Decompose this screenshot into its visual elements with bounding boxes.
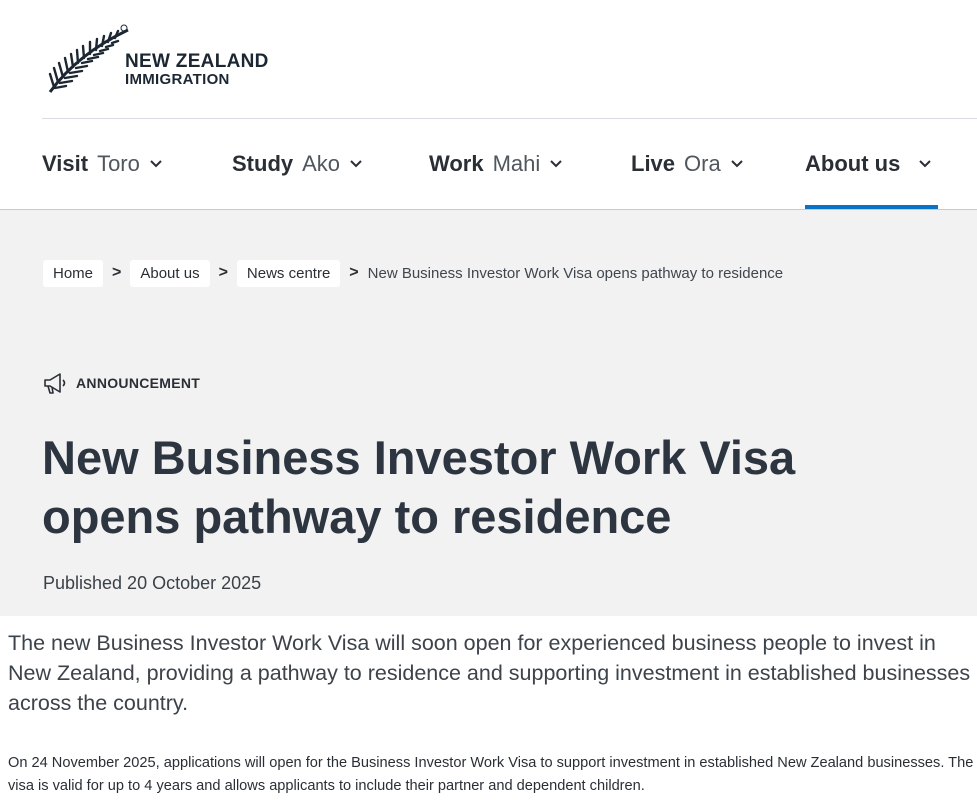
main-nav: Visit Toro Study Ako Work Mahi Live Ora … [0, 119, 977, 210]
site-header: NEW ZEALAND IMMIGRATION Visit Toro Study… [0, 0, 977, 210]
published-date: Published 20 October 2025 [43, 573, 262, 593]
site-logo[interactable]: NEW ZEALAND IMMIGRATION [46, 22, 286, 98]
breadcrumb-about-us[interactable]: About us [130, 259, 210, 287]
chevron-down-icon [731, 160, 743, 168]
breadcrumb: Home > About us > News centre > New Busi… [43, 258, 783, 288]
breadcrumb-separator: > [112, 264, 122, 281]
article-hero: Home > About us > News centre > New Busi… [0, 210, 977, 616]
breadcrumb-news-centre[interactable]: News centre [236, 259, 341, 287]
chevron-down-icon [350, 160, 362, 168]
chevron-down-icon [919, 160, 932, 168]
page-title-line-1: New Business Investor Work Visa [42, 431, 796, 484]
chevron-down-icon [150, 160, 162, 168]
nav-item-live[interactable]: Live Ora [631, 119, 744, 209]
nav-item-maori-label: Ora [684, 151, 721, 176]
breadcrumb-current: New Business Investor Work Visa opens pa… [367, 264, 784, 282]
breadcrumb-separator: > [349, 264, 359, 281]
nav-item-about-us[interactable]: About us [805, 119, 938, 210]
logo-line-1: NEW ZEALAND [125, 51, 269, 72]
nav-item-maori-label: Ako [302, 151, 341, 176]
megaphone-icon [44, 373, 66, 394]
nav-item-label: Work [429, 151, 484, 176]
nav-item-label: About us [805, 151, 901, 176]
category-label: ANNOUNCEMENT [76, 375, 201, 391]
nav-item-label: Live [631, 151, 676, 176]
breadcrumb-separator: > [218, 264, 228, 281]
nav-item-maori-label: Mahi [492, 151, 541, 176]
logo-line-2: IMMIGRATION [125, 71, 230, 88]
page-title: New Business Investor Work Visa opens pa… [42, 428, 922, 546]
chevron-down-icon [550, 160, 563, 168]
nav-item-study[interactable]: Study Ako [232, 119, 363, 209]
nav-item-label: Visit [42, 151, 89, 176]
article-lead: The new Business Investor Work Visa will… [8, 631, 971, 715]
breadcrumb-home[interactable]: Home [43, 259, 104, 287]
page-title-line-2: opens pathway to residence [42, 490, 672, 543]
logo-wordmark: NEW ZEALAND IMMIGRATION [125, 52, 269, 87]
silver-fern-icon [48, 24, 129, 93]
nav-item-label: Study [232, 151, 294, 176]
article-category: ANNOUNCEMENT [42, 371, 200, 395]
nav-item-maori-label: Toro [97, 151, 140, 176]
nav-item-work[interactable]: Work Mahi [429, 119, 563, 209]
nav-item-visit[interactable]: Visit Toro [42, 119, 163, 209]
article-paragraph: On 24 November 2025, applications will o… [8, 755, 974, 794]
